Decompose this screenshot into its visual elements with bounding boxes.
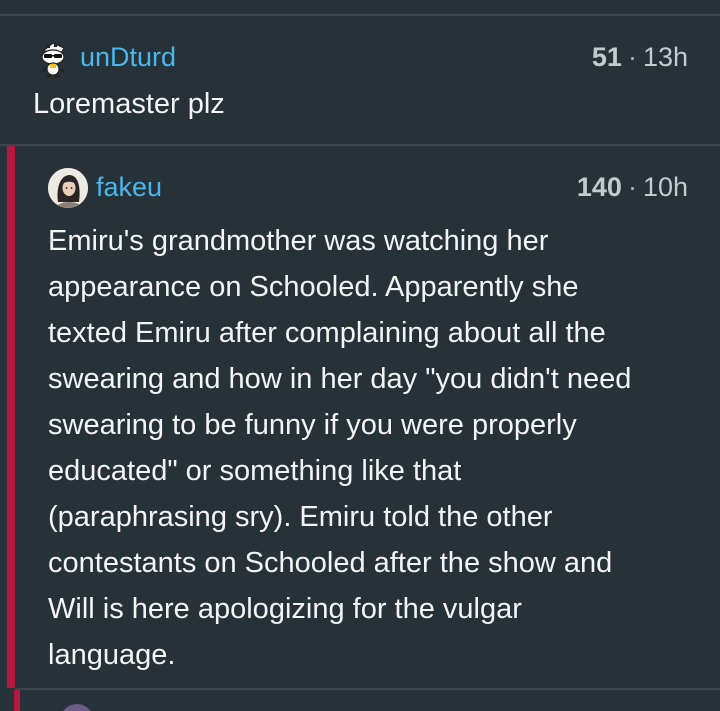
score: 51 <box>591 42 622 72</box>
comment-meta: 51 · 13h <box>592 42 688 73</box>
timestamp: 10h <box>642 172 688 202</box>
user-avatar-icon[interactable] <box>48 168 88 208</box>
separator: · <box>627 172 637 202</box>
comment-thread: unDturd 51 · 13h Loremaster plz fakeu 14… <box>0 0 720 711</box>
comment-body-line: Emiru's grandmother was watching her <box>48 225 549 257</box>
comment-body-line: educated" or something like that <box>48 455 462 487</box>
comment[interactable]: unDturd 51 · 13h Loremaster plz <box>0 16 720 144</box>
separator: · <box>627 42 637 72</box>
thread-depth-line[interactable] <box>14 690 20 711</box>
comment-body: Loremaster plz <box>33 88 225 120</box>
username[interactable]: unDturd <box>80 42 176 73</box>
snoo-avatar-icon[interactable] <box>34 40 72 78</box>
divider <box>15 688 720 690</box>
comment-body-line: language. <box>48 639 176 671</box>
comment-body: Emiru's grandmother was watching her app… <box>48 218 698 678</box>
comment-body-line: Will is here apologizing for the vulgar <box>48 593 522 625</box>
timestamp: 13h <box>642 42 688 72</box>
comment-body-line: appearance on Schooled. Apparently she <box>48 271 579 303</box>
comment-body-line: contestants on Schooled after the show a… <box>48 547 613 579</box>
score: 140 <box>576 172 622 202</box>
comment-meta: 140 · 10h <box>577 172 688 203</box>
comment-body-line: swearing to be funny if you were properl… <box>48 409 577 441</box>
comment-body-line: texted Emiru after complaining about all… <box>48 317 606 349</box>
comment-body-line: (paraphrasing sry). Emiru told the other <box>48 501 553 533</box>
comment[interactable]: fakeu 140 · 10h Emiru's grandmother was wa… <box>0 146 720 688</box>
username[interactable]: fakeu <box>96 172 162 203</box>
next-comment-avatar-icon[interactable] <box>60 704 94 711</box>
comment-body-line: swearing and how in her day "you didn't … <box>48 363 632 395</box>
